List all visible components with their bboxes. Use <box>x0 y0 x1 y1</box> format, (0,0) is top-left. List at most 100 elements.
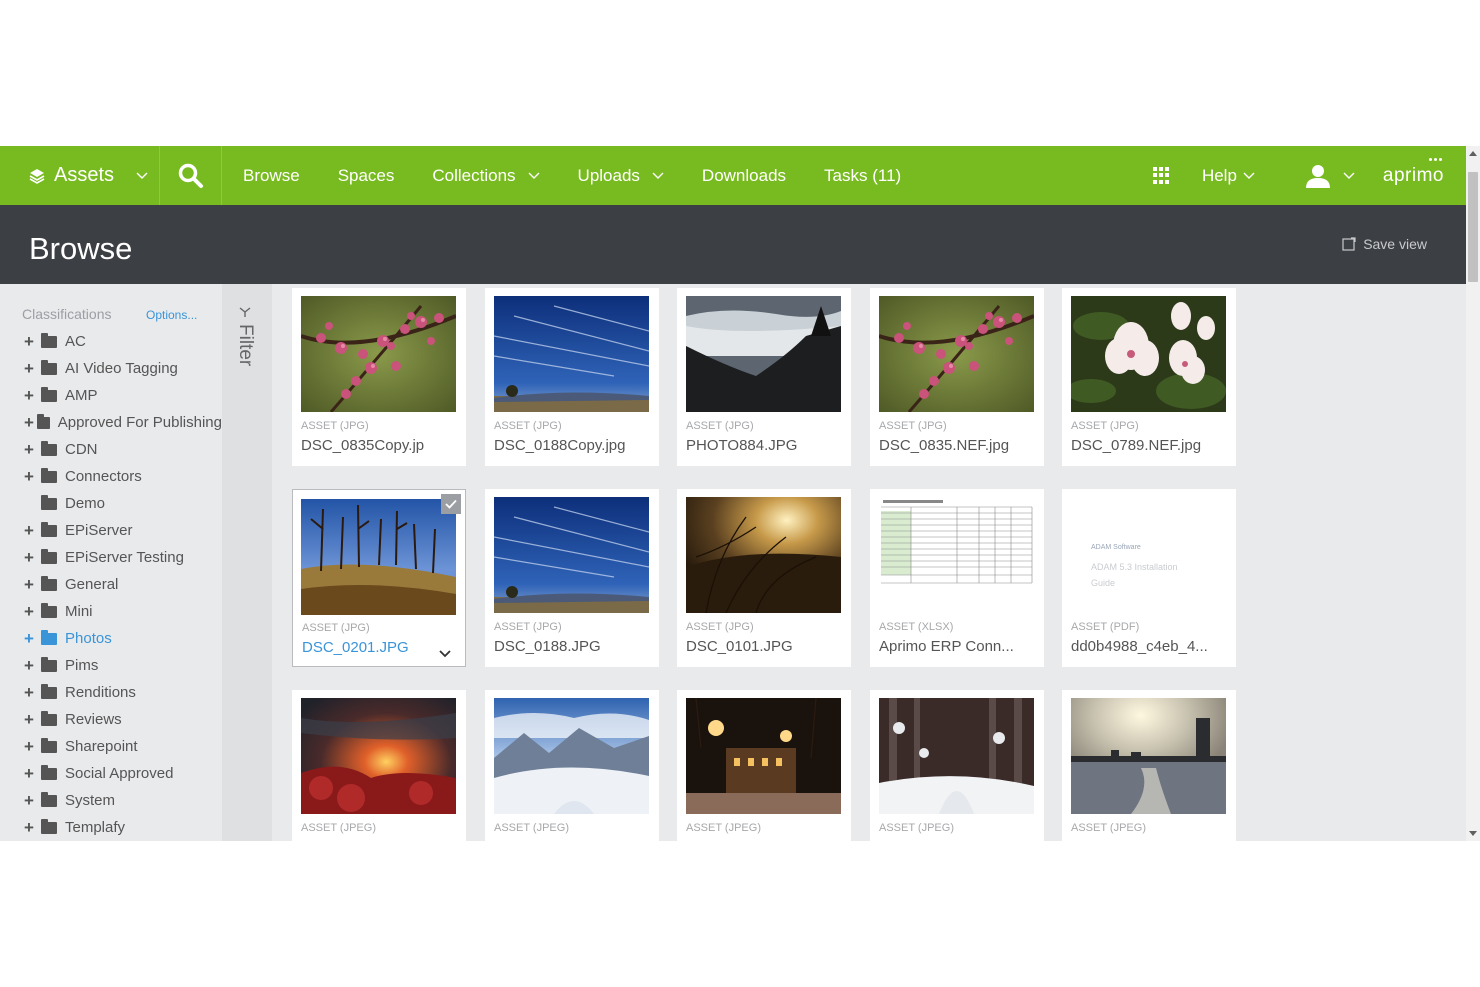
nav-tasks[interactable]: Tasks (11) <box>805 146 920 205</box>
asset-type-label: ASSET (JPEG) <box>686 822 761 834</box>
help-menu[interactable]: Help <box>1202 166 1255 186</box>
sidebar-item-label: General <box>65 576 119 593</box>
asset-card[interactable]: ASSET (JPG) DSC_0201.JPG <box>292 489 466 667</box>
asset-card[interactable]: ASSET (JPG) DSC_0835Copy.jp <box>292 288 466 466</box>
asset-thumbnail <box>686 698 841 814</box>
sidebar-item-general[interactable]: + General <box>24 571 222 598</box>
sidebar-item-ai-video-tagging[interactable]: + AI Video Tagging <box>24 355 222 382</box>
filter-funnel-icon <box>239 307 251 317</box>
save-view-label: Save view <box>1363 236 1427 252</box>
sidebar-item-demo[interactable]: +Demo <box>24 490 222 517</box>
expand-plus-icon[interactable]: + <box>24 765 41 782</box>
nav-uploads[interactable]: Uploads <box>559 146 683 205</box>
asset-card[interactable]: ASSET (JPG) DSC_0789.NEF.jpg <box>1062 288 1236 466</box>
folder-icon <box>41 332 57 348</box>
chevron-down-icon <box>439 650 451 658</box>
folder-icon <box>41 359 57 375</box>
expand-plus-icon[interactable]: + <box>24 414 37 431</box>
nav-downloads[interactable]: Downloads <box>683 146 805 205</box>
expand-plus-icon[interactable]: + <box>24 711 41 728</box>
nav-spaces[interactable]: Spaces <box>319 146 414 205</box>
filter-panel-toggle[interactable]: Filter <box>222 284 272 841</box>
expand-plus-icon[interactable]: + <box>24 576 41 593</box>
expand-plus-icon[interactable]: + <box>24 333 41 350</box>
sidebar-item-label: Mini <box>65 603 93 620</box>
sidebar-item-cdn[interactable]: + CDN <box>24 436 222 463</box>
sidebar-item-episerver[interactable]: + EPiServer <box>24 517 222 544</box>
sidebar-item-photos[interactable]: + Photos <box>24 625 222 652</box>
expand-plus-icon[interactable]: + <box>24 630 41 647</box>
asset-type-label: ASSET (JPG) <box>494 420 562 432</box>
asset-card[interactable]: ASSET (JPEG) <box>1062 690 1236 841</box>
apps-grid-icon[interactable] <box>1152 167 1170 184</box>
expand-plus-icon[interactable]: + <box>24 468 41 485</box>
asset-card[interactable]: ASSET (JPG) DSC_0835.NEF.jpg <box>870 288 1044 466</box>
folder-icon <box>41 818 57 834</box>
expand-plus-icon[interactable]: + <box>24 738 41 755</box>
expand-plus-icon[interactable]: + <box>24 387 41 404</box>
folder-icon <box>41 386 57 402</box>
asset-card[interactable]: ASSET (JPEG) <box>870 690 1044 841</box>
expand-plus-icon[interactable]: + <box>24 603 41 620</box>
expand-plus-icon[interactable]: + <box>24 549 41 566</box>
sidebar-item-sharepoint[interactable]: + Sharepoint <box>24 733 222 760</box>
expand-plus-icon[interactable]: + <box>24 684 41 701</box>
asset-card[interactable]: ASSET (JPG) DSC_0101.JPG <box>677 489 851 667</box>
sidebar-item-approved-for-publishing[interactable]: + Approved For Publishing <box>24 409 222 436</box>
page-title: Browse <box>29 231 133 266</box>
sidebar-item-connectors[interactable]: + Connectors <box>24 463 222 490</box>
asset-name[interactable]: DSC_0201.JPG <box>302 639 432 656</box>
asset-name: dd0b4988_c4eb_4... <box>1071 638 1208 655</box>
chevron-down-icon <box>136 172 148 179</box>
asset-thumbnail <box>686 296 841 412</box>
asset-card[interactable]: ASSET (XLSX) Aprimo ERP Conn... <box>870 489 1044 667</box>
select-checkbox[interactable] <box>441 494 461 514</box>
sidebar-item-ac[interactable]: + AC <box>24 328 222 355</box>
user-menu[interactable] <box>1305 163 1355 189</box>
expand-plus-icon[interactable]: + <box>24 360 41 377</box>
asset-card[interactable]: ASSET (JPEG) <box>485 690 659 841</box>
asset-card[interactable]: ASSET (JPEG) <box>292 690 466 841</box>
asset-thumbnail <box>301 296 456 412</box>
nav-browse[interactable]: Browse <box>224 146 319 205</box>
sidebar-item-reviews[interactable]: + Reviews <box>24 706 222 733</box>
expand-plus-icon[interactable]: + <box>24 819 41 836</box>
brand-text: aprimo <box>1382 164 1444 186</box>
assets-menu[interactable]: Assets <box>0 146 160 205</box>
sidebar-item-social-approved[interactable]: + Social Approved <box>24 760 222 787</box>
folder-icon <box>41 575 57 591</box>
sidebar-item-renditions[interactable]: + Renditions <box>24 679 222 706</box>
scroll-up-arrow[interactable] <box>1469 151 1477 156</box>
asset-card[interactable]: ASSET (JPEG) <box>677 690 851 841</box>
sidebar-item-label: Approved For Publishing <box>57 414 222 431</box>
save-view-button[interactable]: Save view <box>1342 236 1427 252</box>
expand-plus-icon[interactable]: + <box>24 792 41 809</box>
nav-collections[interactable]: Collections <box>413 146 558 205</box>
sidebar-item-mini[interactable]: + Mini <box>24 598 222 625</box>
sidebar-item-episerver-testing[interactable]: + EPiServer Testing <box>24 544 222 571</box>
asset-card[interactable]: ASSET (JPG) PHOTO884.JPG <box>677 288 851 466</box>
search-button[interactable] <box>160 146 222 205</box>
sidebar-item-system[interactable]: + System <box>24 787 222 814</box>
asset-actions-dropdown[interactable] <box>439 645 451 663</box>
asset-card[interactable]: ASSET (JPG) DSC_0188Copy.jpg <box>485 288 659 466</box>
sidebar-item-pims[interactable]: + Pims <box>24 652 222 679</box>
asset-card[interactable]: ASSET (JPG) DSC_0188.JPG <box>485 489 659 667</box>
sidebar-item-templafy[interactable]: + Templafy <box>24 814 222 841</box>
sidebar-item-amp[interactable]: + AMP <box>24 382 222 409</box>
page-scrollbar[interactable] <box>1466 146 1480 841</box>
asset-card[interactable]: ADAM Software ADAM 5.3 Installation Guide A… <box>1062 489 1236 667</box>
asset-thumbnail <box>301 499 456 615</box>
expand-plus-icon[interactable]: + <box>24 522 41 539</box>
options-link[interactable]: Options... <box>146 308 197 322</box>
asset-thumbnail <box>301 698 456 814</box>
chevron-down-icon <box>652 172 664 179</box>
scroll-down-arrow[interactable] <box>1469 831 1477 836</box>
folder-icon <box>41 629 57 645</box>
expand-plus-icon[interactable]: + <box>24 657 41 674</box>
asset-type-label: ASSET (JPEG) <box>879 822 954 834</box>
classifications-heading: Classifications <box>22 306 112 322</box>
scrollbar-thumb[interactable] <box>1468 172 1478 282</box>
expand-plus-icon[interactable]: + <box>24 441 41 458</box>
asset-type-label: ASSET (JPG) <box>879 420 947 432</box>
